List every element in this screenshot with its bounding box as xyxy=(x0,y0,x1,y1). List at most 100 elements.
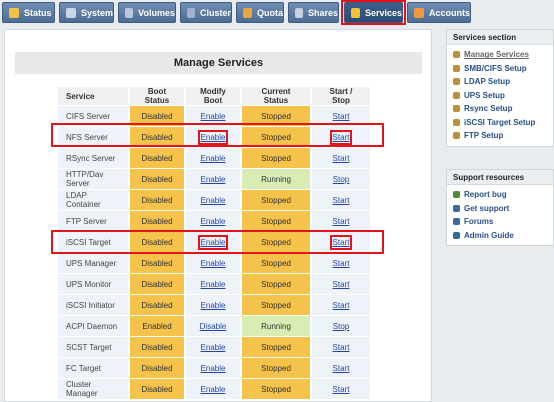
start-stop-cell: Start xyxy=(312,274,370,294)
table-row: FC Target Disabled Enable Stopped Start xyxy=(58,358,370,378)
modify-boot-cell: Enable xyxy=(186,379,240,399)
gear-icon xyxy=(453,64,460,72)
start-stop-link[interactable]: Start xyxy=(333,301,350,310)
sidebar-title: Support resources xyxy=(447,170,553,185)
service-name: FTP Server xyxy=(58,211,128,231)
boot-status: Disabled xyxy=(130,148,184,168)
bug-icon xyxy=(453,191,460,199)
service-name: LDAP Container xyxy=(58,190,128,210)
gear-icon xyxy=(453,105,460,113)
current-status: Stopped xyxy=(242,211,310,231)
start-stop-link[interactable]: Start xyxy=(333,364,350,373)
sidebar-item[interactable]: SMB/CIFS Setup xyxy=(453,62,553,76)
modify-boot-link[interactable]: Enable xyxy=(201,364,226,373)
modify-boot-cell: Enable xyxy=(186,274,240,294)
support-icon xyxy=(453,204,460,212)
table-header: Service Boot Status Modify Boot Current … xyxy=(58,87,370,105)
highlight-box xyxy=(51,123,384,147)
start-stop-link[interactable]: Start xyxy=(333,343,350,352)
shares-icon xyxy=(295,7,303,18)
sidebar-item[interactable]: UPS Setup xyxy=(453,89,553,103)
table-row: HTTP/Dav Server Disabled Enable Running Stop xyxy=(58,169,370,189)
start-stop-link[interactable]: Start xyxy=(333,154,350,163)
start-stop-link[interactable]: Start xyxy=(333,385,350,394)
tab-label: System xyxy=(80,7,113,18)
modify-boot-link[interactable]: Enable xyxy=(201,196,226,205)
sidebar-item-label: UPS Setup xyxy=(464,90,505,100)
tab-accounts[interactable]: Accounts xyxy=(407,2,471,23)
sidebar-item[interactable]: Report bug xyxy=(453,188,553,202)
sidebar-item[interactable]: Get support xyxy=(453,202,553,216)
start-stop-link[interactable]: Stop xyxy=(333,175,349,184)
top-nav: Status System Volumes Cluster Quota Shar… xyxy=(0,0,554,25)
modify-boot-link[interactable]: Disable xyxy=(200,322,227,331)
gear-icon xyxy=(453,51,460,59)
sidebar-item-label: Admin Guide xyxy=(464,230,514,240)
service-name: UPS Monitor xyxy=(58,274,128,294)
column-header: Start / Stop xyxy=(312,87,370,105)
sidebar-item[interactable]: Manage Services xyxy=(453,48,553,62)
book-icon xyxy=(453,231,460,239)
start-stop-cell: Start xyxy=(312,295,370,315)
service-name: SCST Target xyxy=(58,337,128,357)
column-header: Modify Boot xyxy=(186,87,240,105)
sidebar-item[interactable]: iSCSI Target Setup xyxy=(453,116,553,130)
modify-boot-cell: Enable xyxy=(186,211,240,231)
start-stop-link[interactable]: Start xyxy=(333,112,350,121)
sidebar-item[interactable]: FTP Setup xyxy=(453,129,553,143)
sidebar-item-label: LDAP Setup xyxy=(464,77,511,87)
modify-boot-link[interactable]: Enable xyxy=(201,259,226,268)
sidebar-item-label: Get support xyxy=(464,203,510,213)
sidebar-item[interactable]: Admin Guide xyxy=(453,229,553,243)
start-stop-cell: Start xyxy=(312,148,370,168)
highlight-box xyxy=(341,0,406,25)
service-name: ACPI Daemon xyxy=(58,316,128,336)
table-row: Cluster Manager Disabled Enable Stopped Star… xyxy=(58,379,370,399)
tab-status[interactable]: Status xyxy=(2,2,55,23)
modify-boot-link[interactable]: Enable xyxy=(201,280,226,289)
sidebar-item-label: Manage Services xyxy=(464,50,529,60)
modify-boot-link[interactable]: Enable xyxy=(201,301,226,310)
tab-cluster[interactable]: Cluster xyxy=(180,2,232,23)
modify-boot-link[interactable]: Enable xyxy=(201,154,226,163)
modify-boot-link[interactable]: Enable xyxy=(201,175,226,184)
current-status: Stopped xyxy=(242,190,310,210)
start-stop-link[interactable]: Stop xyxy=(333,322,349,331)
modify-boot-link[interactable]: Enable xyxy=(201,343,226,352)
start-stop-link[interactable]: Start xyxy=(333,196,350,205)
forum-icon xyxy=(453,218,460,226)
modify-boot-link[interactable]: Enable xyxy=(201,112,226,121)
modify-boot-link[interactable]: Enable xyxy=(201,217,226,226)
modify-boot-cell: Enable xyxy=(186,148,240,168)
tab-shares[interactable]: Shares xyxy=(288,2,339,23)
modify-boot-cell: Enable xyxy=(186,253,240,273)
table-row: ACPI Daemon Enabled Disable Running Stop xyxy=(58,316,370,336)
start-stop-link[interactable]: Start xyxy=(333,280,350,289)
gear-icon xyxy=(453,132,460,140)
sidebar-item-label: Rsync Setup xyxy=(464,104,513,114)
sidebar-item-label: Report bug xyxy=(464,190,507,200)
column-header: Service xyxy=(58,87,128,105)
tab-quota[interactable]: Quota xyxy=(236,2,284,23)
gear-icon xyxy=(453,78,460,86)
boot-status: Disabled xyxy=(130,274,184,294)
column-header: Boot Status xyxy=(130,87,184,105)
sidebar-item[interactable]: Rsync Setup xyxy=(453,102,553,116)
sidebar-item[interactable]: Forums xyxy=(453,215,553,229)
tab-system[interactable]: System xyxy=(59,2,114,23)
table-row: LDAP Container Disabled Enable Stopped Start xyxy=(58,190,370,210)
boot-status: Disabled xyxy=(130,253,184,273)
sidebar-item[interactable]: LDAP Setup xyxy=(453,75,553,89)
tab-volumes[interactable]: Volumes xyxy=(118,2,176,23)
modify-boot-link[interactable]: Enable xyxy=(201,385,226,394)
modify-boot-cell: Enable xyxy=(186,190,240,210)
service-name: Cluster Manager xyxy=(58,379,128,399)
start-stop-cell: Start xyxy=(312,190,370,210)
start-stop-link[interactable]: Start xyxy=(333,217,350,226)
start-stop-link[interactable]: Start xyxy=(333,259,350,268)
sidebar-item-label: SMB/CIFS Setup xyxy=(464,63,527,73)
boot-status: Enabled xyxy=(130,316,184,336)
current-status: Stopped xyxy=(242,148,310,168)
boot-status: Disabled xyxy=(130,379,184,399)
service-name: FC Target xyxy=(58,358,128,378)
